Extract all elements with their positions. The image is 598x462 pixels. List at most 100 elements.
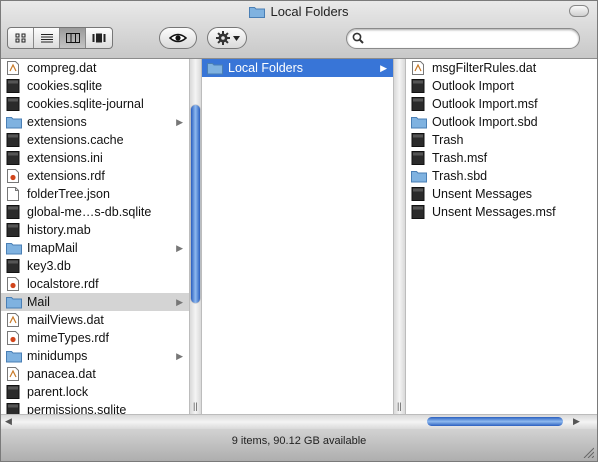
file-item[interactable]: Outlook Import xyxy=(406,77,597,95)
file-item[interactable]: mimeTypes.rdf xyxy=(1,329,189,347)
file-item[interactable]: panacea.dat xyxy=(1,365,189,383)
item-label: Outlook Import.sbd xyxy=(432,115,538,129)
folder-item[interactable]: Trash.sbd xyxy=(406,167,597,185)
folder-icon xyxy=(249,5,266,21)
file-item[interactable]: extensions.cache xyxy=(1,131,189,149)
icon-view-button[interactable] xyxy=(8,28,34,48)
file-item[interactable]: extensions.rdf xyxy=(1,167,189,185)
file-item[interactable]: Trash xyxy=(406,131,597,149)
resize-grip-icon[interactable] xyxy=(583,447,594,458)
item-label: extensions.ini xyxy=(27,151,103,165)
file-item[interactable]: cookies.sqlite-journal xyxy=(1,95,189,113)
column-resize-handle[interactable]: || xyxy=(193,401,198,411)
scroll-right-icon[interactable]: ▶ xyxy=(573,416,580,427)
document-icon xyxy=(6,61,20,75)
file-item[interactable]: global-me…s-db.sqlite xyxy=(1,203,189,221)
document-icon xyxy=(6,133,20,147)
chevron-down-icon xyxy=(232,35,240,41)
item-label: ImapMail xyxy=(27,241,78,255)
coverflow-view-button[interactable] xyxy=(86,28,112,48)
file-item[interactable]: Unsent Messages.msf xyxy=(406,203,597,221)
document-icon xyxy=(6,205,20,219)
folder-icon xyxy=(6,349,22,363)
column-1-scrollbar[interactable]: || xyxy=(189,59,202,414)
file-item[interactable]: mailViews.dat xyxy=(1,311,189,329)
document-icon xyxy=(411,133,425,147)
file-item[interactable]: extensions.ini xyxy=(1,149,189,167)
file-item[interactable]: folderTree.json xyxy=(1,185,189,203)
document-icon xyxy=(6,151,20,165)
folder-icon xyxy=(6,241,22,255)
search-field[interactable] xyxy=(346,28,580,49)
search-input[interactable] xyxy=(369,30,573,48)
toolbar-toggle-button[interactable] xyxy=(569,5,589,17)
horizontal-scrollbar[interactable]: ◀ ▶ xyxy=(1,414,597,429)
file-item[interactable]: Unsent Messages xyxy=(406,185,597,203)
folder-item[interactable]: Outlook Import.sbd xyxy=(406,113,597,131)
status-text: 9 items, 90.12 GB available xyxy=(231,435,367,447)
folder-item[interactable]: minidumps ▶ xyxy=(1,347,189,365)
document-icon xyxy=(411,151,425,165)
item-label: Mail xyxy=(27,295,50,309)
quick-look-button[interactable] xyxy=(159,27,197,49)
column-browser: compreg.dat cookies.sqlite cookies.sqlite-… xyxy=(1,59,597,414)
item-label: history.mab xyxy=(27,223,91,237)
item-label: extensions.rdf xyxy=(27,169,105,183)
file-item[interactable]: key3.db xyxy=(1,257,189,275)
file-item[interactable]: localstore.rdf xyxy=(1,275,189,293)
column-view-icon xyxy=(65,33,80,43)
column-2: Local Folders ▶ xyxy=(202,59,393,414)
scroll-left-icon[interactable]: ◀ xyxy=(5,416,12,427)
finder-window: Local Folders compreg.dat cookies.sqlite… xyxy=(0,0,598,462)
file-item[interactable]: cookies.sqlite xyxy=(1,77,189,95)
disclosure-arrow-icon: ▶ xyxy=(176,243,183,253)
gear-icon xyxy=(215,31,230,45)
document-icon xyxy=(6,367,20,381)
item-label: Unsent Messages xyxy=(432,187,533,201)
folder-item[interactable]: extensions ▶ xyxy=(1,113,189,131)
folder-icon xyxy=(207,61,223,75)
toolbar: Local Folders xyxy=(1,1,597,59)
folder-icon xyxy=(411,169,427,183)
item-label: cookies.sqlite xyxy=(27,79,103,93)
column-1-scroll-thumb[interactable] xyxy=(191,105,200,303)
column-resize-handle[interactable]: || xyxy=(397,401,402,411)
file-item[interactable]: Outlook Import.msf xyxy=(406,95,597,113)
column-2-scrollbar[interactable]: || xyxy=(393,59,406,414)
item-label: cookies.sqlite-journal xyxy=(27,97,144,111)
horizontal-scroll-thumb[interactable] xyxy=(427,417,563,426)
file-item[interactable]: Trash.msf xyxy=(406,149,597,167)
document-icon xyxy=(6,187,20,201)
folder-item[interactable]: Local Folders ▶ xyxy=(202,59,393,77)
disclosure-arrow-icon: ▶ xyxy=(176,351,183,361)
eye-icon xyxy=(169,33,187,43)
file-item[interactable]: history.mab xyxy=(1,221,189,239)
list-view-button[interactable] xyxy=(34,28,60,48)
item-label: Trash.msf xyxy=(432,151,488,165)
folder-item[interactable]: Mail ▶ xyxy=(1,293,189,311)
document-icon xyxy=(6,79,20,93)
item-label: minidumps xyxy=(27,349,88,363)
action-menu-button[interactable] xyxy=(207,27,247,49)
file-item[interactable]: msgFilterRules.dat xyxy=(406,59,597,77)
file-item[interactable]: compreg.dat xyxy=(1,59,189,77)
coverflow-view-icon xyxy=(92,33,106,43)
item-label: compreg.dat xyxy=(27,61,97,75)
icon-view-icon xyxy=(15,33,25,43)
document-icon xyxy=(6,97,20,111)
column-1: compreg.dat cookies.sqlite cookies.sqlite-… xyxy=(1,59,189,414)
column-3: msgFilterRules.dat Outlook Import Outlook … xyxy=(406,59,597,414)
window-title-bar: Local Folders xyxy=(1,4,597,21)
item-label: extensions.cache xyxy=(27,133,124,147)
column-view-button[interactable] xyxy=(60,28,86,48)
status-bar: 9 items, 90.12 GB available xyxy=(1,429,597,461)
list-view-icon xyxy=(40,34,53,43)
item-label: key3.db xyxy=(27,259,71,273)
folder-item[interactable]: ImapMail ▶ xyxy=(1,239,189,257)
document-icon xyxy=(411,205,425,219)
item-label: msgFilterRules.dat xyxy=(432,61,537,75)
document-icon xyxy=(411,61,425,75)
file-item[interactable]: parent.lock xyxy=(1,383,189,401)
folder-icon xyxy=(411,115,427,129)
file-item[interactable]: permissions.sqlite xyxy=(1,401,189,414)
